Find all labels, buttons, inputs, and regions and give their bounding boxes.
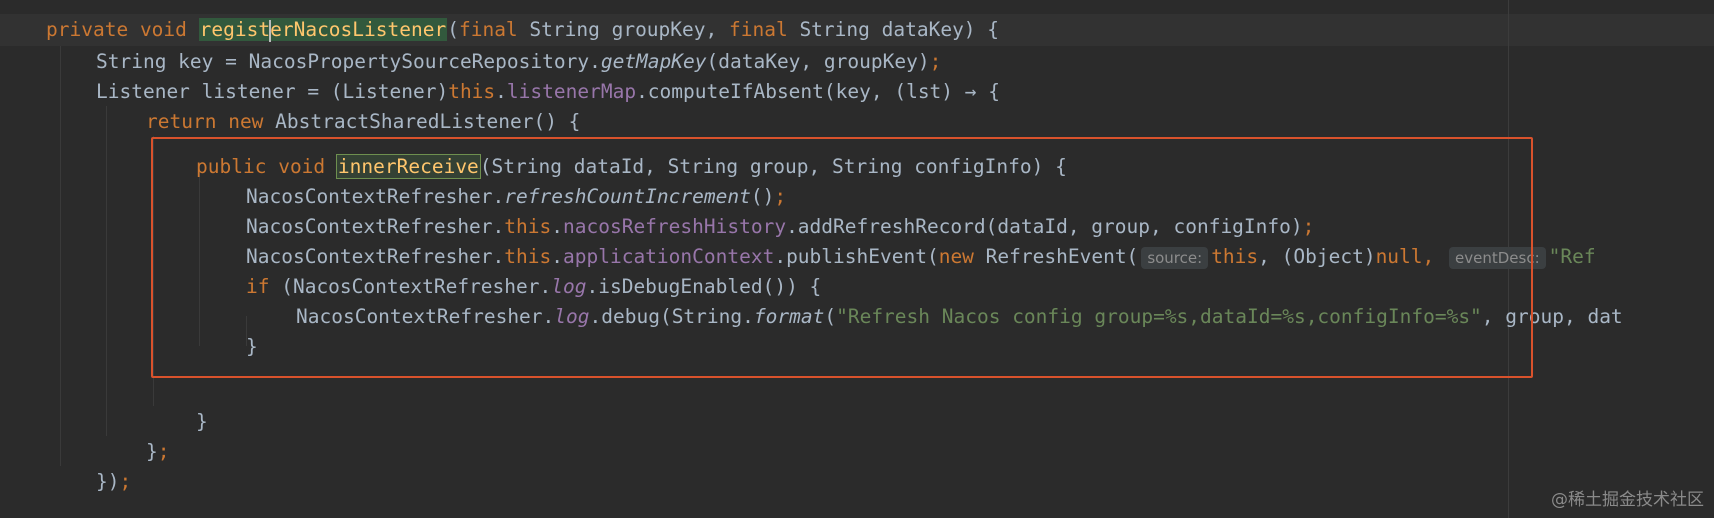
keyword: this <box>448 80 496 103</box>
method-call: getMapKey <box>600 50 707 73</box>
indent-guide <box>60 46 61 466</box>
closing-brace: } <box>196 410 208 433</box>
code-text: String groupKey, <box>517 18 729 41</box>
code-text: .computeIfAbsent(key, (lst) → { <box>636 80 1001 103</box>
keyword: private <box>46 18 129 41</box>
keyword: final <box>458 18 518 41</box>
keyword: void <box>139 18 187 41</box>
code-line-14[interactable]: }); <box>96 466 131 498</box>
keyword: final <box>729 18 788 41</box>
code-line-2[interactable]: String key = NacosPropertySourceReposito… <box>96 46 941 78</box>
keyword: new <box>228 110 264 133</box>
keyword: return <box>146 110 217 133</box>
code-text: AbstractSharedListener() { <box>263 110 581 133</box>
semicolon: ; <box>119 470 132 493</box>
code-line-3[interactable]: Listener listener = (Listener)this.liste… <box>96 76 1000 108</box>
code-text: Listener listener = (Listener) <box>96 80 449 103</box>
code-text: (dataKey, groupKey) <box>706 50 930 73</box>
string-literal: "Ref <box>1548 245 1596 268</box>
code-text: String dataKey) { <box>787 18 1000 41</box>
field-name: listenerMap <box>506 80 637 103</box>
watermark: @稀土掘金技术社区 <box>1551 490 1704 510</box>
method-name-part: erNacosListener <box>270 18 447 41</box>
code-text: . <box>495 80 507 103</box>
code-line-13[interactable]: }; <box>146 436 170 468</box>
semicolon: ; <box>929 50 942 73</box>
code-text: String key = NacosPropertySourceReposito… <box>96 50 601 73</box>
closing-brace: } <box>146 440 158 463</box>
code-line-1[interactable]: private void registerNacosListener(final… <box>46 14 999 46</box>
code-text: ( <box>447 18 459 41</box>
code-editor[interactable]: private void registerNacosListener(final… <box>0 0 1714 518</box>
method-name-part: regist <box>199 18 271 41</box>
semicolon: ; <box>157 440 170 463</box>
code-line-4[interactable]: return new AbstractSharedListener() { <box>146 106 580 138</box>
indent-guide <box>106 106 107 436</box>
method-name-register-nacos-listener[interactable]: registerNacosListener <box>198 18 448 42</box>
closing-brace: }) <box>96 470 120 493</box>
code-line-12[interactable]: } <box>196 406 208 438</box>
annotation-highlight-box <box>151 137 1533 378</box>
